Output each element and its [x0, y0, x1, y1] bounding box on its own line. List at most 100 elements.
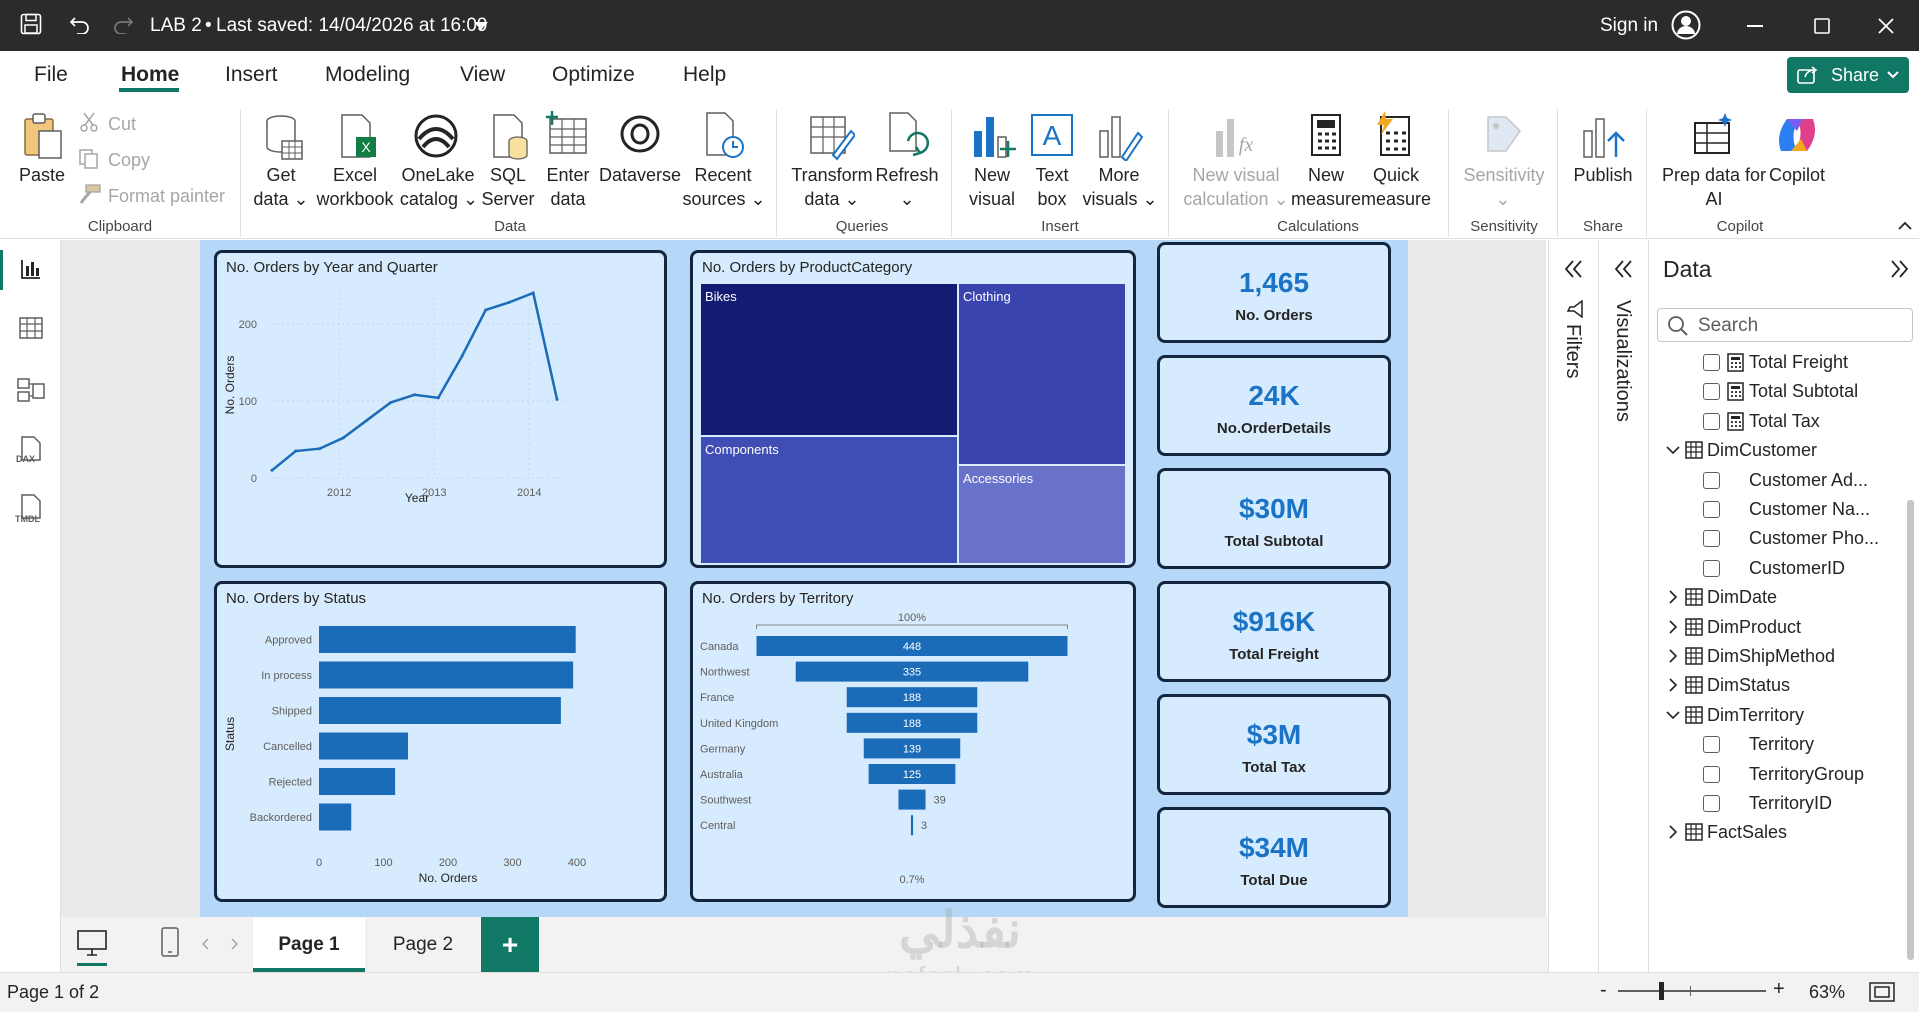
chevron-right-icon[interactable]: [1669, 678, 1678, 692]
zoom-in-button[interactable]: +: [1773, 978, 1785, 1001]
scroll-left-icon[interactable]: [201, 938, 209, 950]
data-field-row[interactable]: DimStatus: [1649, 671, 1905, 700]
data-field-row[interactable]: DimProduct: [1649, 613, 1905, 642]
field-checkbox[interactable]: [1703, 354, 1720, 371]
data-search-input[interactable]: Search: [1657, 308, 1913, 342]
data-field-row[interactable]: Customer Pho...: [1649, 524, 1905, 553]
data-field-row[interactable]: TerritoryID: [1649, 789, 1905, 818]
data-field-row[interactable]: DimDate: [1649, 583, 1905, 612]
territory-funnel-visual[interactable]: No. Orders by Territory 100% Canada 448 Nor…: [690, 581, 1136, 902]
field-checkbox[interactable]: [1703, 736, 1720, 754]
field-checkbox[interactable]: [1703, 501, 1720, 518]
field-checkbox[interactable]: [1703, 530, 1720, 548]
field-checkbox[interactable]: [1703, 383, 1720, 401]
data-field-row[interactable]: FactSales: [1649, 818, 1905, 847]
menu-optimize[interactable]: Optimize: [552, 63, 635, 87]
account-icon[interactable]: [1671, 10, 1701, 40]
data-field-row[interactable]: CustomerID: [1649, 554, 1905, 583]
menu-modeling[interactable]: Modeling: [325, 63, 410, 87]
data-field-row[interactable]: Total Tax: [1649, 407, 1905, 436]
funnel-top-label: 100%: [898, 612, 926, 624]
model-view-icon[interactable]: [17, 376, 45, 404]
visualizations-label-wrap[interactable]: Visualizations: [1603, 300, 1643, 490]
table-view-icon[interactable]: [19, 317, 43, 339]
status-chart-svg: Approved In process Shipped Cancelled Reject…: [223, 626, 586, 885]
refresh-dropdown[interactable]: ⌄: [896, 187, 918, 211]
chevron-down-icon[interactable]: [1666, 446, 1680, 455]
card-total-freight[interactable]: $916K Total Freight: [1157, 581, 1391, 682]
data-field-row[interactable]: Customer Na...: [1649, 495, 1905, 524]
chevron-down-icon[interactable]: [1666, 711, 1680, 720]
field-checkbox[interactable]: [1703, 795, 1720, 812]
undo-icon[interactable]: [69, 14, 91, 34]
data-field-row[interactable]: DimShipMethod: [1649, 642, 1905, 671]
data-field-row[interactable]: Total Freight: [1649, 348, 1905, 377]
table-name: FactSales: [1707, 822, 1788, 843]
filters-label-wrap[interactable]: Filters: [1553, 324, 1593, 444]
data-pane-scrollbar[interactable]: [1907, 500, 1914, 960]
zoom-slider-track[interactable]: [1618, 990, 1766, 992]
tmdl-view-icon[interactable]: TMDL: [14, 494, 46, 524]
save-icon[interactable]: [20, 13, 42, 35]
chevron-right-icon[interactable]: [1669, 649, 1678, 663]
chevron-right-icon[interactable]: [1669, 620, 1678, 634]
field-checkbox[interactable]: [1703, 765, 1720, 783]
scroll-right-icon[interactable]: [231, 938, 239, 950]
chevron-down-icon[interactable]: [474, 22, 488, 30]
sign-in-link[interactable]: Sign in: [1600, 0, 1658, 51]
share-button[interactable]: Share: [1787, 57, 1909, 93]
data-field-row[interactable]: DimCustomer: [1649, 436, 1905, 465]
menu-file[interactable]: File: [34, 63, 68, 87]
card-no-order-details[interactable]: 24K No.OrderDetails: [1157, 355, 1391, 456]
enter-data-label-2: data: [550, 189, 586, 209]
data-field-row[interactable]: Territory: [1649, 730, 1905, 759]
minimize-icon[interactable]: [1747, 25, 1763, 27]
chevron-right-icon[interactable]: [1669, 825, 1678, 839]
menu-help[interactable]: Help: [683, 63, 726, 87]
data-field-row[interactable]: DimTerritory: [1649, 701, 1905, 730]
treemap-tile-accessories[interactable]: Accessories: [959, 466, 1125, 563]
treemap-tile-bikes[interactable]: Bikes: [701, 284, 957, 435]
ribbon-separator: [1557, 109, 1558, 237]
treemap-visual[interactable]: No. Orders by ProductCategory Bikes Clot…: [690, 250, 1136, 568]
desktop-layout-icon[interactable]: [77, 929, 107, 957]
collapse-ribbon-icon[interactable]: [1898, 221, 1912, 230]
fit-to-page-icon[interactable]: [1869, 982, 1895, 1002]
status-bar-chart-visual[interactable]: No. Orders by Status Approved In process S…: [214, 581, 667, 902]
chevron-right-icon[interactable]: [1669, 590, 1678, 604]
report-view-icon[interactable]: [20, 258, 42, 280]
data-field-row[interactable]: Customer Ad...: [1649, 466, 1905, 495]
field-checkbox[interactable]: [1703, 471, 1720, 489]
dax-query-view-icon[interactable]: DAX: [14, 436, 44, 466]
card-total-due[interactable]: $34M Total Due: [1157, 807, 1391, 908]
field-checkbox[interactable]: [1703, 559, 1720, 577]
expand-visualizations-icon[interactable]: [1614, 260, 1634, 278]
zoom-out-button[interactable]: -: [1600, 979, 1607, 1002]
sensitivity-dropdown[interactable]: ⌄: [1492, 187, 1514, 211]
mobile-layout-icon[interactable]: [161, 927, 179, 957]
add-page-button[interactable]: +: [481, 917, 539, 972]
calculator-icon: [1727, 353, 1744, 372]
close-icon[interactable]: [1878, 18, 1894, 34]
visual-calculation-icon: fx: [1216, 119, 1253, 157]
card-total-tax[interactable]: $3M Total Tax: [1157, 694, 1391, 795]
expand-filters-icon[interactable]: [1564, 260, 1584, 278]
card-no-orders[interactable]: 1,465 No. Orders: [1157, 242, 1391, 343]
maximize-icon[interactable]: [1814, 18, 1830, 34]
line-chart-visual[interactable]: No. Orders by Year and Quarter 0 100 200 20…: [214, 250, 667, 568]
zoom-slider-thumb[interactable]: [1659, 982, 1664, 1000]
collapse-data-icon[interactable]: [1889, 260, 1909, 278]
field-checkbox[interactable]: [1703, 412, 1720, 430]
data-field-row[interactable]: Total Subtotal: [1649, 377, 1905, 406]
redo-icon[interactable]: [112, 14, 134, 34]
menu-insert[interactable]: Insert: [225, 63, 278, 87]
page-tab-2[interactable]: Page 2: [367, 917, 479, 972]
treemap-tile-clothing[interactable]: Clothing: [959, 284, 1125, 464]
menu-view[interactable]: View: [460, 63, 505, 87]
data-field-row[interactable]: TerritoryGroup: [1649, 760, 1905, 789]
card-total-subtotal[interactable]: $30M Total Subtotal: [1157, 468, 1391, 569]
page-tab-1[interactable]: Page 1: [253, 917, 365, 972]
menu-home[interactable]: Home: [121, 63, 179, 87]
field-name: Total Tax: [1749, 410, 1820, 431]
treemap-tile-components[interactable]: Components: [701, 437, 957, 563]
